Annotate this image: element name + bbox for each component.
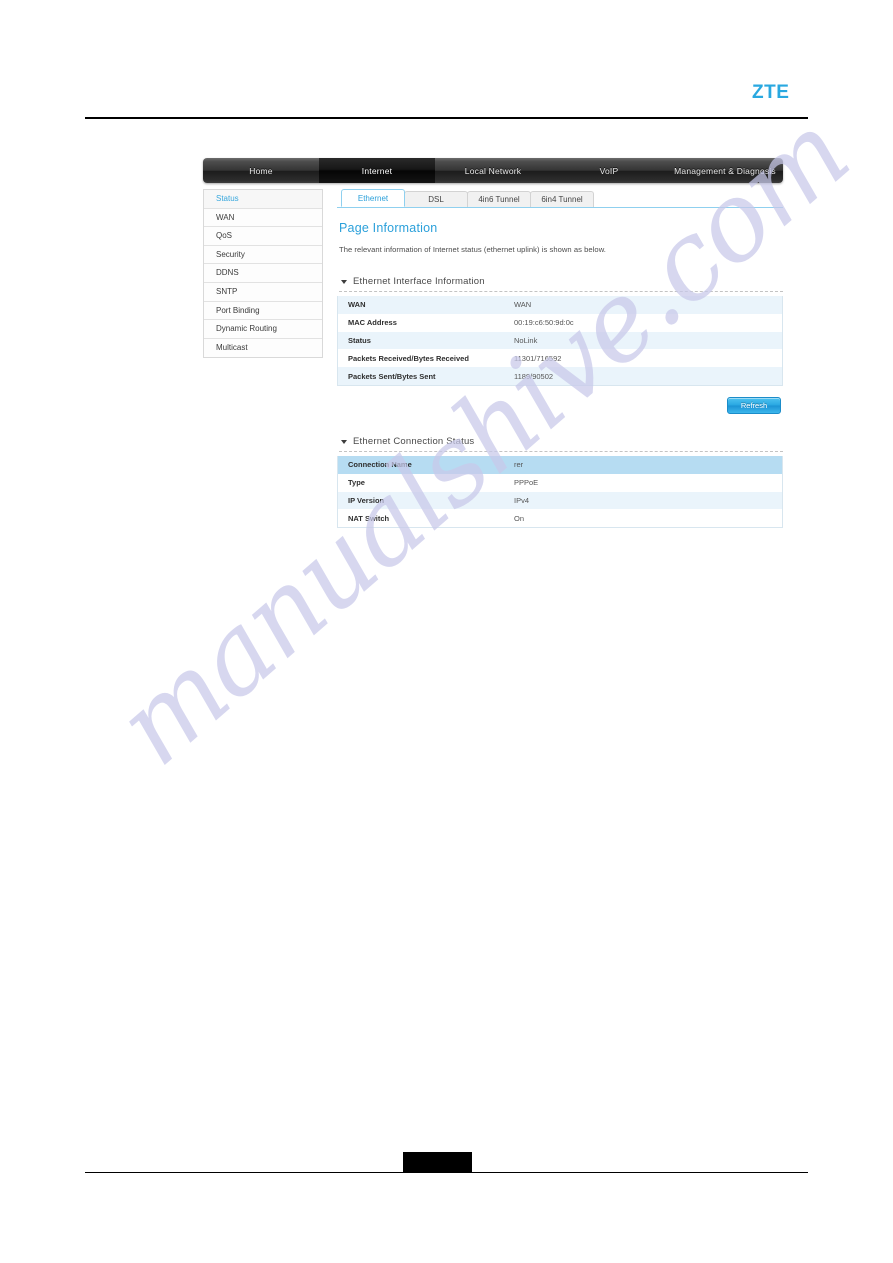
sidebar-menu: Status WAN QoS Security DDNS SNTP Port B… xyxy=(203,189,323,359)
sidebar-item-qos[interactable]: QoS xyxy=(204,227,322,246)
row-value: PPPoE xyxy=(510,473,783,492)
table-row: MAC Address 00:19:c6:50:9d:0c xyxy=(337,313,783,332)
row-value: 00:19:c6:50:9d:0c xyxy=(510,313,783,332)
nav-item-local-network[interactable]: Local Network xyxy=(435,158,551,183)
section-ethernet-connection-status: Ethernet Connection Status Connection Na… xyxy=(337,436,783,529)
nav-item-voip[interactable]: VoIP xyxy=(551,158,667,183)
row-key: NAT Switch xyxy=(337,509,510,528)
section-header[interactable]: Ethernet Interface Information xyxy=(341,276,783,287)
ethernet-interface-table: WAN WAN MAC Address 00:19:c6:50:9d:0c St… xyxy=(337,296,783,386)
row-value: On xyxy=(510,509,783,528)
refresh-button[interactable]: Refresh xyxy=(727,396,781,414)
tab-4in6-tunnel[interactable]: 4in6 Tunnel xyxy=(467,191,531,207)
ethernet-connection-table: Connection Name rer Type PPPoE IP Versio… xyxy=(337,455,783,529)
table-row: Type PPPoE xyxy=(337,473,783,492)
sidebar-item-status[interactable]: Status xyxy=(204,190,322,209)
nav-item-management-diagnosis[interactable]: Management & Diagnosis xyxy=(667,158,783,183)
button-row: Refresh xyxy=(337,396,783,414)
row-key: Type xyxy=(337,473,510,492)
section-divider xyxy=(339,450,783,452)
sidebar-item-dynamic-routing[interactable]: Dynamic Routing xyxy=(204,320,322,339)
header-rule xyxy=(85,117,808,119)
table-row: IP Version IPv4 xyxy=(337,491,783,510)
row-key: Packets Sent/Bytes Sent xyxy=(337,367,510,386)
top-navigation-bar: Home Internet Local Network VoIP Managem… xyxy=(203,158,783,183)
section-title: Ethernet Connection Status xyxy=(353,435,475,447)
section-title: Ethernet Interface Information xyxy=(353,276,485,287)
nav-item-internet[interactable]: Internet xyxy=(319,158,435,183)
collapse-triangle-icon[interactable] xyxy=(341,280,347,284)
row-value: 11301/716592 xyxy=(510,349,783,368)
table-row: Status NoLink xyxy=(337,331,783,350)
section-header[interactable]: Ethernet Connection Status xyxy=(341,436,783,447)
section-ethernet-interface-information: Ethernet Interface Information WAN WAN M… xyxy=(337,276,783,414)
footer-rule xyxy=(85,1172,808,1174)
tab-6in4-tunnel[interactable]: 6in4 Tunnel xyxy=(530,191,594,207)
row-key: Status xyxy=(337,331,510,350)
row-value: 1189/90502 xyxy=(510,367,783,386)
row-value: IPv4 xyxy=(510,491,783,510)
zte-logo: ZTE xyxy=(752,82,790,103)
row-value: NoLink xyxy=(510,331,783,350)
tab-dsl[interactable]: DSL xyxy=(404,191,468,207)
sidebar-item-port-binding[interactable]: Port Binding xyxy=(204,301,322,321)
table-row: Packets Received/Bytes Received 11301/71… xyxy=(337,349,783,368)
footer-redaction-box xyxy=(403,1152,472,1173)
page-title: Page Information xyxy=(339,221,438,235)
sidebar-item-ddns[interactable]: DDNS xyxy=(204,264,322,283)
table-row: Packets Sent/Bytes Sent 1189/90502 xyxy=(337,367,783,386)
sidebar-item-sntp[interactable]: SNTP xyxy=(204,282,322,302)
row-key: WAN xyxy=(337,296,510,314)
row-key: Connection Name xyxy=(337,455,510,474)
page-description: The relevant information of Internet sta… xyxy=(339,245,606,254)
sidebar-item-wan[interactable]: WAN xyxy=(204,208,322,228)
collapse-triangle-icon[interactable] xyxy=(341,439,347,444)
sidebar-item-multicast[interactable]: Multicast xyxy=(204,338,322,358)
tab-ethernet[interactable]: Ethernet xyxy=(341,189,405,207)
ui-body: Status WAN QoS Security DDNS SNTP Port B… xyxy=(203,189,783,529)
nav-item-home[interactable]: Home xyxy=(203,158,319,183)
row-key: Packets Received/Bytes Received xyxy=(337,349,510,368)
main-content: Ethernet DSL 4in6 Tunnel 6in4 Tunnel Pag… xyxy=(337,189,783,529)
section-divider xyxy=(339,291,783,292)
row-key: IP Version xyxy=(337,491,510,510)
table-row: Connection Name rer xyxy=(337,455,783,474)
row-value: rer xyxy=(510,455,783,474)
table-row: WAN WAN xyxy=(337,296,783,314)
router-web-ui: Home Internet Local Network VoIP Managem… xyxy=(203,158,783,529)
row-value: WAN xyxy=(510,296,783,314)
sidebar-item-security[interactable]: Security xyxy=(204,245,322,265)
tab-bar: Ethernet DSL 4in6 Tunnel 6in4 Tunnel xyxy=(337,189,783,208)
row-key: MAC Address xyxy=(337,313,510,332)
table-row: NAT Switch On xyxy=(337,509,783,528)
